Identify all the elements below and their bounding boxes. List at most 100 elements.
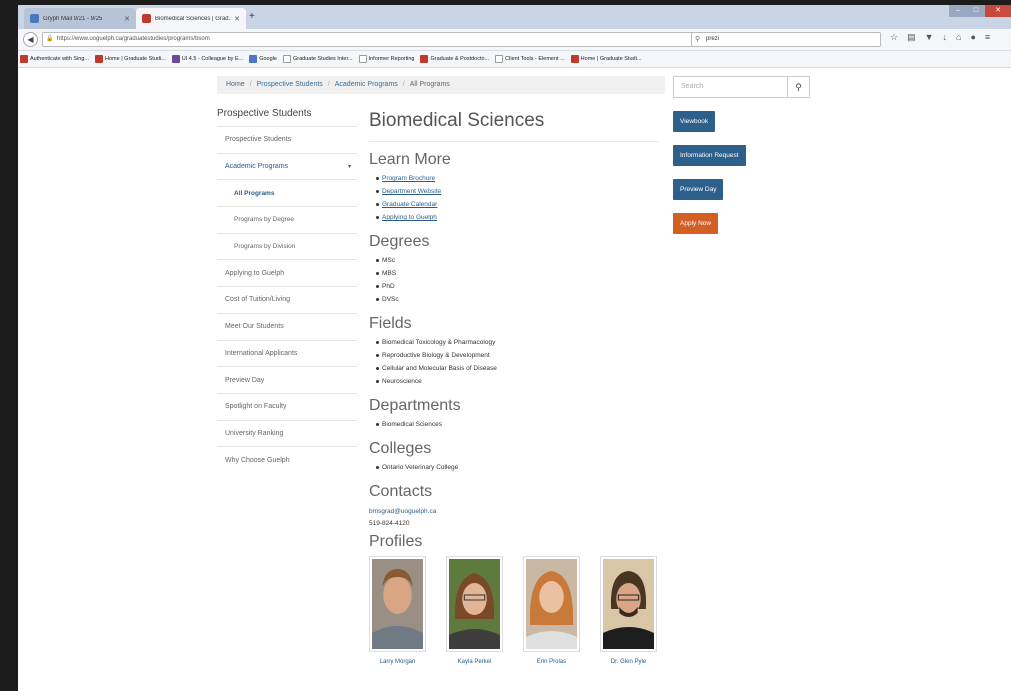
preview-day-button[interactable]: Preview Day bbox=[673, 179, 724, 200]
tab-label: Gryph Mail 9/21 - 9/25 bbox=[43, 15, 103, 22]
bookmark-item[interactable]: Client Tools - Element ... bbox=[495, 55, 565, 63]
list-item: Neuroscience bbox=[376, 375, 659, 388]
profile-card[interactable]: Larry Morgan bbox=[369, 556, 426, 665]
tab-biomedical-sciences[interactable]: Biomedical Sciences | Grad... ✕ bbox=[136, 8, 246, 29]
browser-window: Gryph Mail 9/21 - 9/25 ✕ Biomedical Scie… bbox=[18, 5, 1011, 691]
star-icon[interactable]: ☆ bbox=[890, 32, 898, 43]
bookmark-item[interactable]: UI 4.5 - Colleague by E... bbox=[171, 55, 243, 63]
viewbook-button[interactable]: Viewbook bbox=[673, 111, 716, 132]
back-arrow-icon[interactable]: ◀ bbox=[23, 32, 38, 47]
bookmark-icon bbox=[570, 55, 579, 63]
applying-link[interactable]: Applying to Guelph bbox=[382, 214, 437, 221]
bookmark-icon bbox=[171, 55, 180, 63]
sidebar-nav: Prospective Students Prospective Student… bbox=[217, 108, 357, 473]
departments-list: Biomedical Sciences bbox=[369, 418, 659, 431]
breadcrumb-academic-programs[interactable]: Academic Programs bbox=[335, 81, 398, 88]
caret-down-icon: ▾ bbox=[347, 164, 351, 171]
person-photo bbox=[603, 559, 654, 649]
profile-name[interactable]: Dr. Glen Pyle bbox=[600, 659, 657, 665]
list-item: MBS bbox=[376, 267, 659, 280]
sidebar-item-all-programs[interactable]: All Programs bbox=[217, 179, 357, 206]
graduate-calendar-link[interactable]: Graduate Calendar bbox=[382, 201, 437, 208]
list-item: Program Brochure bbox=[376, 172, 659, 185]
department-website-link[interactable]: Department Website bbox=[382, 188, 441, 195]
bookmarks-bar: Authenticate with Sing... Home | Graduat… bbox=[18, 51, 1011, 68]
tab-gryph-mail[interactable]: Gryph Mail 9/21 - 9/25 ✕ bbox=[24, 8, 136, 29]
main-content: Biomedical Sciences Learn More Program B… bbox=[369, 108, 659, 665]
minimize-icon[interactable]: – bbox=[949, 5, 967, 17]
chat-icon[interactable]: ● bbox=[970, 32, 975, 43]
sidebar-item-applying[interactable]: Applying to Guelph bbox=[217, 259, 357, 286]
sidebar-item-cost[interactable]: Cost of Tuition/Living bbox=[217, 286, 357, 313]
pocket-icon[interactable]: ▼ bbox=[925, 32, 934, 43]
sidebar-item-prospective-students[interactable]: Prospective Students bbox=[217, 126, 357, 153]
address-bar[interactable]: 🔒 https://www.uoguelph.ca/graduatestudie… bbox=[42, 32, 710, 47]
profile-name[interactable]: Larry Morgan bbox=[369, 659, 426, 665]
profile-photo[interactable] bbox=[446, 556, 503, 652]
sidebar-item-international[interactable]: International Applicants bbox=[217, 339, 357, 367]
sidebar-item-meet-students[interactable]: Meet Our Students bbox=[217, 312, 357, 340]
new-tab-icon[interactable]: + bbox=[249, 11, 255, 22]
browser-search-input[interactable]: ⚲ prezi bbox=[691, 32, 881, 47]
bookmark-item[interactable]: Informer Reporting bbox=[358, 55, 414, 63]
list-item: Department Website bbox=[376, 185, 659, 198]
web-page: Home / Prospective Students / Academic Progr… bbox=[18, 68, 1011, 691]
toolbar-icons: ☆ ▤ ▼ ↓ ⌂ ● ≡ bbox=[890, 32, 990, 43]
page-icon bbox=[358, 55, 367, 63]
sidebar-item-ranking[interactable]: University Ranking bbox=[217, 419, 357, 447]
lock-icon: 🔒 bbox=[46, 36, 54, 42]
profiles-row: Larry Morgan Kayla Perkel Erin Prolas Dr… bbox=[369, 556, 659, 665]
page-icon bbox=[495, 55, 504, 63]
site-search-input[interactable]: Search ⚲ bbox=[673, 76, 810, 98]
bookmark-item[interactable]: Home | Graduate Studi... bbox=[95, 55, 166, 63]
bookmark-item[interactable]: Google bbox=[249, 55, 277, 63]
menu-icon[interactable]: ≡ bbox=[985, 32, 990, 43]
apply-now-button[interactable]: Apply Now bbox=[673, 213, 719, 234]
sidebar-item-programs-by-degree[interactable]: Programs by Degree bbox=[217, 206, 357, 233]
home-icon[interactable]: ⌂ bbox=[956, 32, 961, 43]
breadcrumb: Home / Prospective Students / Academic Progr… bbox=[217, 76, 665, 94]
sidebar-item-preview-day[interactable]: Preview Day bbox=[217, 366, 357, 393]
profile-name[interactable]: Kayla Perkel bbox=[446, 659, 503, 665]
sidebar-item-why-guelph[interactable]: Why Choose Guelph bbox=[217, 446, 357, 473]
bookmark-item[interactable]: Home | Graduate Studi... bbox=[570, 55, 641, 63]
list-item: Ontario Veterinary College bbox=[376, 461, 659, 474]
list-item: Biomedical Sciences bbox=[376, 418, 659, 431]
list-item: Applying to Guelph bbox=[376, 211, 659, 224]
information-request-button[interactable]: Information Request bbox=[673, 145, 746, 166]
download-icon[interactable]: ↓ bbox=[943, 32, 948, 43]
section-heading: Learn More bbox=[369, 151, 451, 168]
close-icon[interactable]: ✕ bbox=[124, 15, 130, 23]
breadcrumb-home[interactable]: Home bbox=[226, 81, 245, 88]
close-icon[interactable]: ✕ bbox=[234, 15, 240, 23]
profile-photo[interactable] bbox=[600, 556, 657, 652]
bookmarks-icon[interactable]: ▤ bbox=[907, 32, 916, 43]
bookmark-icon bbox=[420, 55, 429, 63]
window-close-icon[interactable]: ✕ bbox=[985, 5, 1011, 17]
breadcrumb-prospective-students[interactable]: Prospective Students bbox=[257, 81, 323, 88]
sidebar-item-programs-by-division[interactable]: Programs by Division bbox=[217, 232, 357, 260]
person-photo bbox=[526, 559, 577, 649]
profile-photo[interactable] bbox=[369, 556, 426, 652]
search-icon[interactable]: ⚲ bbox=[787, 77, 809, 97]
bookmark-item[interactable]: Graduate Studies Inter... bbox=[282, 55, 353, 63]
program-brochure-link[interactable]: Program Brochure bbox=[382, 175, 435, 182]
bookmark-item[interactable]: Graduate & Postdocto... bbox=[420, 55, 489, 63]
mail-icon bbox=[30, 14, 39, 23]
profile-card[interactable]: Kayla Perkel bbox=[446, 556, 503, 665]
url-text: https://www.uoguelph.ca/graduatestudies/… bbox=[57, 36, 210, 42]
maximize-icon[interactable]: □ bbox=[967, 5, 985, 17]
profile-photo[interactable] bbox=[523, 556, 580, 652]
sidebar-item-academic-programs[interactable]: Academic Programs ▾ bbox=[217, 152, 357, 180]
list-item: Reproductive Biology & Development bbox=[376, 349, 659, 362]
bookmark-item[interactable]: Authenticate with Sing... bbox=[20, 55, 89, 63]
contact-email-link[interactable]: bmsgrad@uoguelph.ca bbox=[369, 506, 659, 518]
profile-name[interactable]: Erin Prolas bbox=[523, 659, 580, 665]
profile-card[interactable]: Dr. Glen Pyle bbox=[600, 556, 657, 665]
sidebar-item-spotlight[interactable]: Spotlight on Faculty bbox=[217, 392, 357, 420]
colleges-list: Ontario Veterinary College bbox=[369, 461, 659, 474]
learn-more-list: Program Brochure Department Website Grad… bbox=[369, 172, 659, 224]
breadcrumb-current: All Programs bbox=[409, 81, 450, 88]
contact-phone: 519-824-4120 bbox=[369, 520, 410, 527]
profile-card[interactable]: Erin Prolas bbox=[523, 556, 580, 665]
